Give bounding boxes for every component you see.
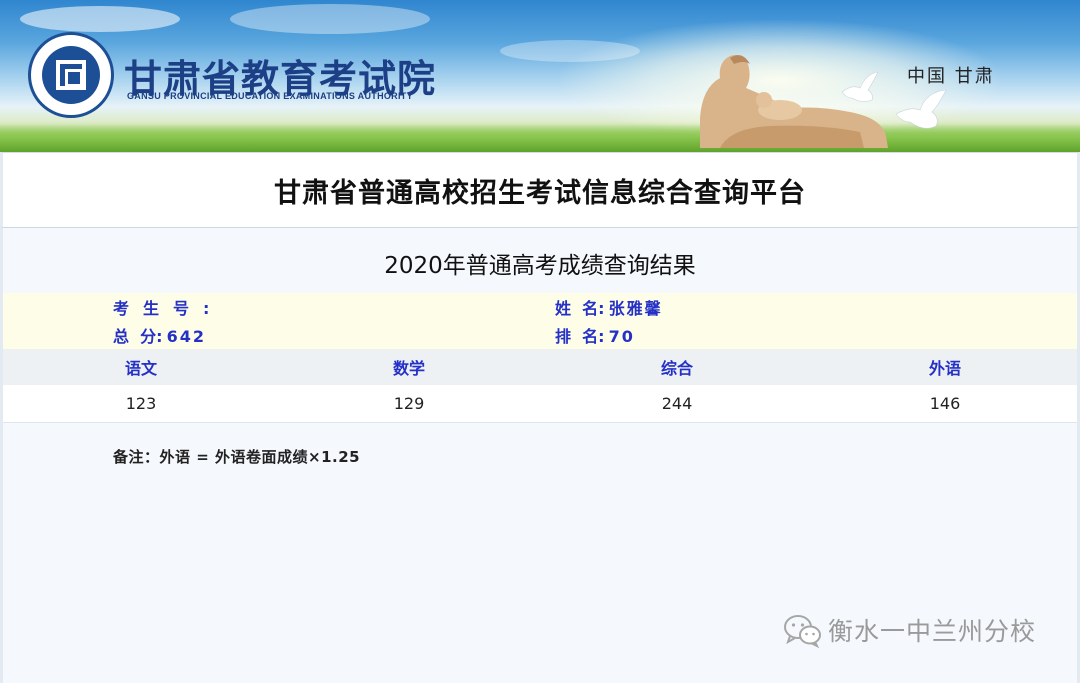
wechat-icon	[784, 615, 821, 648]
column-header-foreign-language: 外语	[928, 359, 961, 378]
score-table-row: 123 129 244 146	[3, 385, 1077, 423]
cloud	[500, 40, 640, 62]
score-comprehensive: 244	[661, 394, 693, 413]
rank-label: 排 名	[555, 327, 599, 346]
org-logo-glyph	[56, 60, 86, 90]
rank-value: 70	[608, 327, 635, 346]
score-note: 备注：外语 = 外语卷面成绩×1.25	[113, 448, 361, 466]
total-label: 总 分	[113, 327, 157, 346]
dove-icon	[895, 89, 947, 129]
wechat-watermark: 衡水一中兰州分校	[782, 612, 1036, 648]
score-foreign-language: 146	[929, 394, 961, 413]
exam-id-label: 考生号	[113, 299, 204, 318]
exam-id-row: 考生号:	[113, 295, 213, 321]
column-header-comprehensive: 综合	[660, 359, 693, 378]
cloud	[20, 6, 180, 32]
name-value: 张雅馨	[608, 299, 663, 318]
watermark-text: 衡水一中兰州分校	[828, 617, 1037, 646]
org-logo-inner	[42, 46, 100, 104]
rank-row: 排 名: 70	[555, 323, 635, 349]
platform-title-bar: 甘肃省普通高校招生考试信息综合查询平台	[0, 152, 1080, 228]
name-label: 姓 名	[555, 299, 599, 318]
total-value: 642	[166, 327, 206, 346]
org-name-en: GANSU PROVINCIAL EDUCATION EXAMINATIONS …	[127, 91, 413, 101]
header-banner: 甘肃省教育考试院 GANSU PROVINCIAL EDUCATION EXAM…	[0, 0, 1080, 152]
name-row: 姓 名: 张雅馨	[555, 295, 663, 321]
region-text: 中国 甘肃	[907, 66, 995, 87]
column-header-chinese: 语文	[124, 359, 157, 378]
platform-title: 甘肃省普通高校招生考试信息综合查询平台	[274, 177, 806, 209]
score-query-page: 甘肃省教育考试院 GANSU PROVINCIAL EDUCATION EXAM…	[0, 0, 1080, 683]
score-table-header: 语文 数学 综合 外语	[3, 349, 1077, 385]
org-logo	[28, 32, 114, 118]
score-math: 129	[393, 394, 425, 413]
cloud	[230, 4, 430, 34]
score-chinese: 123	[125, 394, 157, 413]
column-header-math: 数学	[392, 359, 425, 378]
candidate-info-box: 考生号: 姓 名: 张雅馨 总 分: 642 排 名: 70	[3, 293, 1077, 349]
total-separator: :	[156, 327, 163, 346]
dove-icon	[841, 71, 879, 102]
name-separator: :	[598, 299, 605, 318]
result-title: 2020年普通高考成绩查询结果	[384, 253, 696, 279]
total-row: 总 分: 642	[113, 323, 206, 349]
rank-separator: :	[598, 327, 605, 346]
exam-id-separator: :	[203, 299, 210, 318]
